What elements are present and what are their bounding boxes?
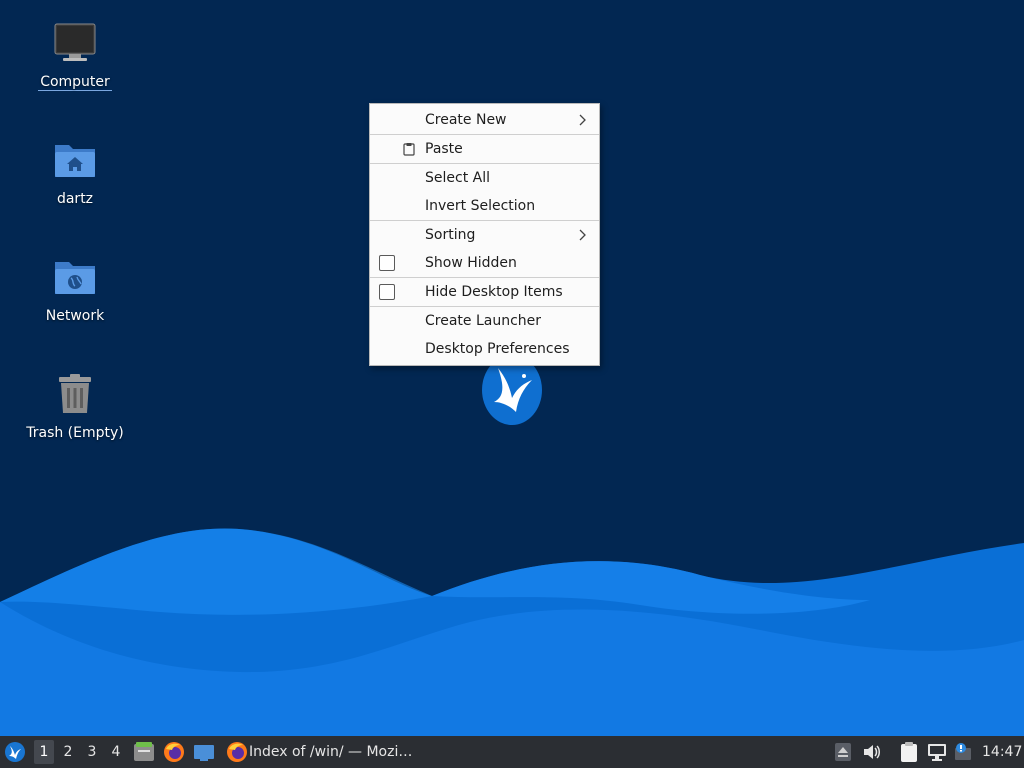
- clock[interactable]: 14:47: [982, 736, 1022, 768]
- menu-item-invert-selection[interactable]: Invert Selection: [370, 192, 599, 220]
- menu-item-label: Paste: [425, 141, 463, 157]
- desktop-icon-label: Computer: [38, 74, 112, 91]
- desktop-icon-label: dartz: [56, 191, 94, 207]
- show-desktop-icon[interactable]: [193, 744, 215, 762]
- home-folder-icon: [55, 145, 95, 177]
- workspace-3-button[interactable]: 3: [82, 740, 102, 764]
- hide-desktop-items-checkbox[interactable]: [379, 284, 395, 300]
- menu-item-desktop-preferences[interactable]: Desktop Preferences: [370, 335, 599, 363]
- menu-item-label: Sorting: [425, 227, 476, 243]
- menu-item-paste[interactable]: Paste: [370, 135, 599, 163]
- chevron-right-icon: [579, 229, 586, 241]
- eject-icon[interactable]: [835, 743, 851, 761]
- clipboard-tray-icon[interactable]: [900, 741, 918, 763]
- menu-item-sorting[interactable]: Sorting: [370, 221, 599, 249]
- network-folder-icon: [55, 262, 95, 294]
- workspace-1-button[interactable]: 1: [34, 740, 54, 764]
- menu-item-label: Invert Selection: [425, 198, 536, 214]
- trash-icon: [59, 374, 91, 413]
- firefox-launcher-icon[interactable]: [163, 741, 185, 763]
- file-manager-launcher-icon[interactable]: [133, 742, 155, 762]
- menu-item-label: Desktop Preferences: [425, 341, 570, 357]
- menu-item-hide-desktop-items[interactable]: Hide Desktop Items: [370, 278, 599, 306]
- menu-item-label: Select All: [425, 170, 490, 186]
- show-hidden-checkbox[interactable]: [379, 255, 395, 271]
- menu-item-create-new[interactable]: Create New: [370, 106, 599, 134]
- desktop-icon-label: Network: [45, 308, 105, 324]
- desktop-context-menu: Create New Paste Select All Invert Selec…: [369, 103, 600, 366]
- desktop-icon-trash[interactable]: Trash (Empty): [10, 371, 140, 441]
- workspace-2-button[interactable]: 2: [58, 740, 78, 764]
- menu-item-label: Show Hidden: [425, 255, 517, 271]
- chevron-right-icon: [579, 114, 586, 126]
- workspace-4-button[interactable]: 4: [106, 740, 126, 764]
- menu-item-select-all[interactable]: Select All: [370, 164, 599, 192]
- desktop-icon-label: Trash (Empty): [26, 425, 124, 441]
- task-button-label[interactable]: Index of /win/ — Mozi…: [249, 736, 412, 768]
- volume-icon[interactable]: [863, 744, 881, 760]
- firefox-task-icon[interactable]: [226, 741, 248, 763]
- menu-item-show-hidden[interactable]: Show Hidden: [370, 249, 599, 277]
- menu-item-label: Hide Desktop Items: [425, 284, 563, 300]
- desktop-icon-home-folder[interactable]: dartz: [10, 137, 140, 207]
- start-menu-icon[interactable]: [4, 741, 26, 763]
- taskbar: 1 2 3 4 Index of /win/ — Mozi… 14:47: [0, 736, 1024, 768]
- desktop-icon-network[interactable]: Network: [10, 254, 140, 324]
- menu-item-create-launcher[interactable]: Create Launcher: [370, 307, 599, 335]
- menu-item-label: Create Launcher: [425, 313, 542, 329]
- desktop[interactable]: Computer dartz Network Trash (Empty) Cre…: [0, 0, 1024, 736]
- updates-tray-icon[interactable]: [953, 742, 973, 762]
- desktop-icon-computer[interactable]: Computer: [10, 20, 140, 91]
- computer-icon: [54, 23, 96, 61]
- clipboard-icon: [403, 143, 415, 156]
- menu-item-label: Create New: [425, 112, 507, 128]
- network-tray-icon[interactable]: [927, 743, 947, 761]
